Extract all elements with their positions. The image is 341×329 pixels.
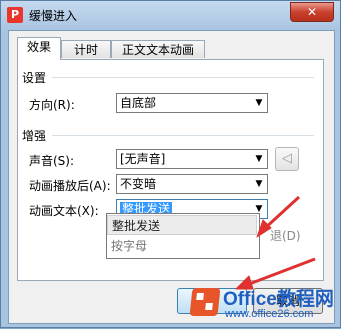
app-icon: P bbox=[7, 7, 23, 23]
after-animation-value: 不变暗 bbox=[120, 177, 157, 191]
dialog-client: 效果 计时 正文文本动画 设置 方向(R): 自底部 ▼ 增强 声音(S): [… bbox=[8, 30, 335, 324]
title-bar: P 缓慢进入 ✕ bbox=[1, 1, 340, 29]
animate-text-label: 动画文本(X): bbox=[29, 204, 99, 218]
sound-label: 声音(S): bbox=[29, 154, 75, 168]
animate-text-dropdown: 整批发送 按字母 bbox=[106, 213, 260, 259]
after-animation-label: 动画播放后(A): bbox=[29, 179, 111, 193]
watermark-title: Office教程网 bbox=[223, 289, 334, 310]
after-animation-select[interactable]: 不变暗 ▼ bbox=[116, 174, 268, 194]
watermark: Office教程网 www.office26.com bbox=[189, 284, 341, 328]
settings-group-label: 设置 bbox=[22, 71, 47, 85]
obscured-delay-suffix: 退(D) bbox=[270, 229, 301, 243]
settings-divider bbox=[52, 77, 314, 78]
direction-label: 方向(R): bbox=[29, 98, 75, 112]
dropdown-option-by-letter[interactable]: 按字母 bbox=[107, 236, 257, 256]
sound-select[interactable]: [无声音] ▼ bbox=[116, 149, 268, 169]
sound-value: [无声音] bbox=[120, 152, 166, 166]
speaker-icon[interactable]: ◁ bbox=[275, 147, 299, 171]
window-title: 缓慢进入 bbox=[29, 9, 78, 23]
enhance-divider bbox=[52, 135, 314, 136]
direction-select[interactable]: 自底部 ▼ bbox=[116, 93, 268, 113]
chevron-down-icon: ▼ bbox=[255, 179, 263, 189]
enhance-group-label: 增强 bbox=[22, 129, 47, 143]
watermark-url: www.office26.com bbox=[225, 308, 314, 320]
dropdown-option-whole[interactable]: 整批发送 bbox=[107, 215, 257, 235]
tab-timing[interactable]: 计时 bbox=[61, 40, 111, 58]
tab-text-animation[interactable]: 正文文本动画 bbox=[111, 40, 205, 58]
direction-value: 自底部 bbox=[120, 96, 157, 110]
office-logo-icon bbox=[189, 288, 221, 316]
close-button[interactable]: ✕ bbox=[290, 2, 334, 22]
chevron-down-icon: ▼ bbox=[255, 154, 263, 164]
chevron-down-icon: ▼ bbox=[255, 98, 263, 108]
dialog-window: P 缓慢进入 ✕ 效果 计时 正文文本动画 设置 方向(R): 自底部 ▼ 增强… bbox=[0, 0, 341, 328]
tab-effect[interactable]: 效果 bbox=[17, 37, 61, 60]
